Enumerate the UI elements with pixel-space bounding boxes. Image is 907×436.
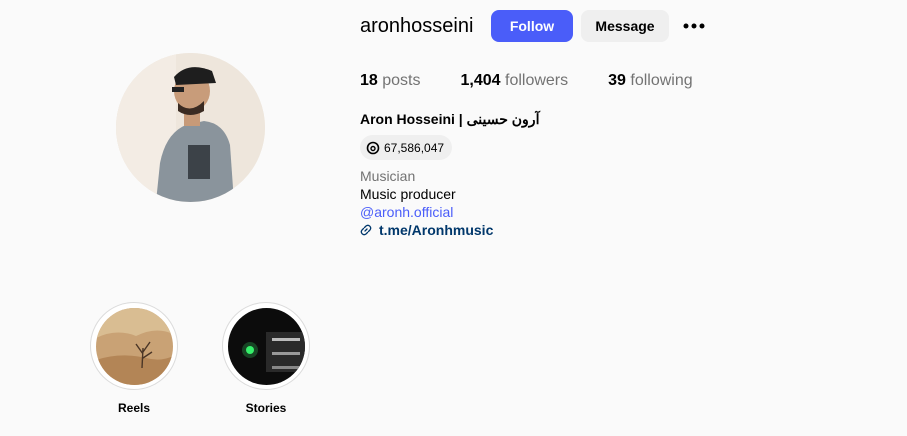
link-icon: [360, 224, 372, 236]
followers-stat[interactable]: 1,404 followers: [461, 72, 569, 90]
profile-avatar[interactable]: [116, 53, 265, 202]
posts-label: posts: [382, 72, 421, 89]
threads-count: 67,586,047: [384, 140, 445, 155]
highlight-reels-cover: [95, 307, 173, 385]
profile-stats: 18 posts 1,404 followers 39 following: [360, 72, 733, 90]
posts-count: 18: [360, 72, 378, 89]
profile-username: aronhosseini: [360, 15, 474, 37]
follow-button[interactable]: Follow: [491, 10, 573, 42]
profile-full-name: Aron Hosseini | آرون حسینی: [360, 111, 540, 127]
highlight-ring: [222, 302, 310, 390]
threads-icon: [366, 141, 380, 154]
message-button[interactable]: Message: [581, 10, 669, 42]
highlight-stories-cover: [227, 307, 305, 385]
posts-stat: 18 posts: [360, 72, 421, 90]
profile-mention-link[interactable]: @aronh.official: [360, 204, 453, 220]
highlight-reels-label: Reels: [117, 401, 151, 415]
followers-label: followers: [505, 72, 569, 89]
highlight-ring: [90, 302, 178, 390]
profile-bio: Music producer: [360, 186, 456, 202]
highlight-stories-label: Stories: [245, 401, 287, 415]
profile-link-text: t.me/Aronhmusic: [379, 222, 494, 238]
following-count: 39: [608, 72, 626, 89]
threads-badge[interactable]: 67,586,047: [360, 135, 453, 160]
followers-count: 1,404: [460, 72, 501, 89]
profile-external-link[interactable]: t.me/Aronhmusic: [360, 222, 493, 238]
highlight-stories[interactable]: Stories: [222, 302, 310, 415]
following-stat[interactable]: 39 following: [608, 72, 693, 90]
more-options-icon[interactable]: [682, 16, 706, 36]
highlight-reels[interactable]: Reels: [90, 302, 178, 415]
following-label: following: [630, 72, 693, 89]
profile-category: Musician: [360, 168, 416, 184]
